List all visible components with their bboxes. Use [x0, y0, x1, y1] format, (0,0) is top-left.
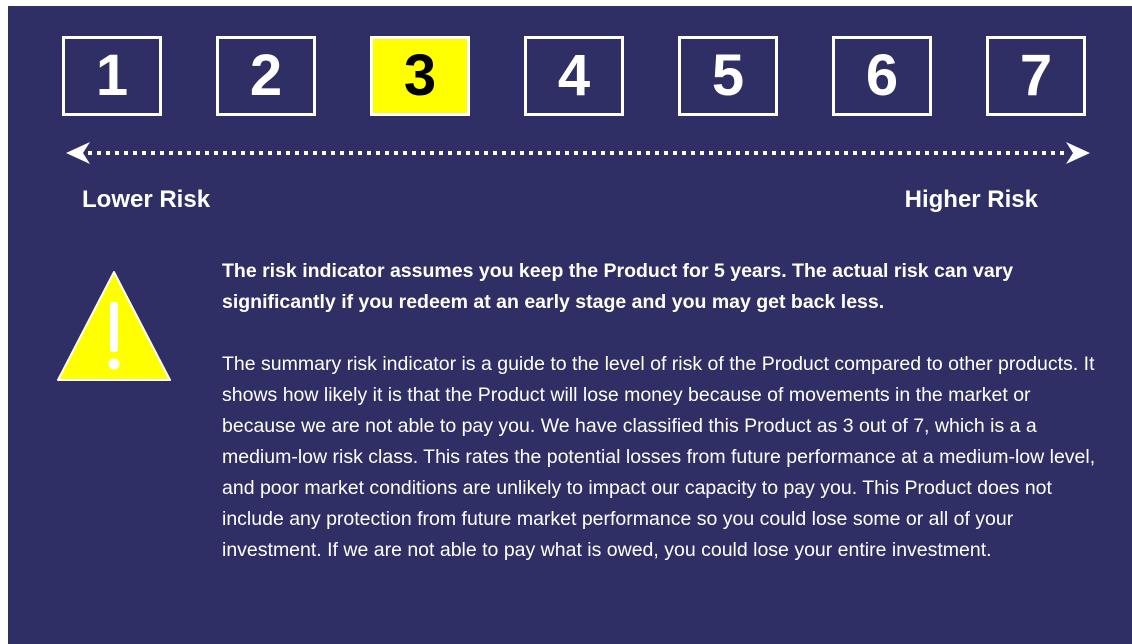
risk-level-box-1: 1	[62, 36, 162, 116]
higher-risk-label: Higher Risk	[904, 186, 1038, 213]
lower-risk-label: Lower Risk	[82, 186, 211, 213]
warning-triangle-icon	[57, 271, 171, 381]
risk-level-box-5: 5	[678, 36, 778, 116]
risk-level-box-2: 2	[216, 36, 316, 116]
risk-level-box-3-selected: 3	[370, 36, 470, 116]
risk-level-box-7: 7	[986, 36, 1086, 116]
double-headed-dotted-arrow-icon	[66, 142, 1090, 164]
risk-level-box-4: 4	[524, 36, 624, 116]
risk-indicator-panel: 1 2 3 4 5 6 7 Lower Risk Higher Risk The…	[8, 6, 1132, 644]
risk-holding-period-note: The risk indicator assumes you keep the …	[222, 260, 1014, 313]
risk-level-box-6: 6	[832, 36, 932, 116]
risk-description: The risk indicator assumes you keep the …	[222, 256, 1102, 566]
summary-risk-explanation: The summary risk indicator is a guide to…	[222, 353, 1096, 561]
risk-scale: 1 2 3 4 5 6 7	[62, 36, 1088, 122]
